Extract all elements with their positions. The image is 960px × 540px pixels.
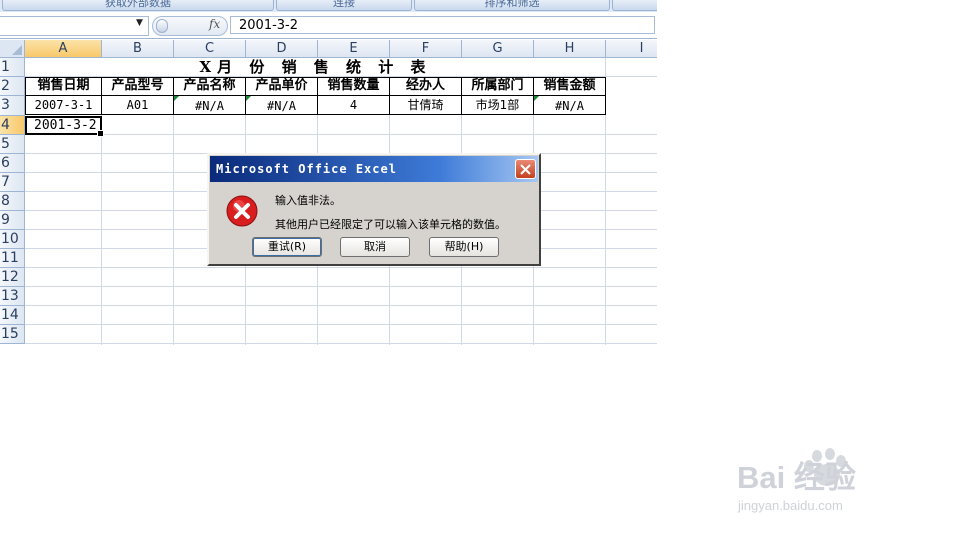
- row-header-8[interactable]: 8: [0, 192, 25, 211]
- retry-button[interactable]: 重试(R): [252, 237, 322, 257]
- column-header-c[interactable]: C: [174, 40, 246, 58]
- row-header-12[interactable]: 12: [0, 268, 25, 287]
- row-header-13[interactable]: 13: [0, 287, 25, 306]
- select-all-corner[interactable]: [0, 40, 25, 58]
- row-header-7[interactable]: 7: [0, 173, 25, 192]
- cancel-button[interactable]: 取消: [340, 237, 410, 257]
- ribbon-group-data-tools[interactable]: [612, 0, 657, 11]
- active-cell-value: 2001-3-2: [34, 118, 97, 133]
- dialog-message-1: 输入值非法。: [275, 194, 341, 207]
- table-cell-f3[interactable]: 甘倩琦: [390, 96, 461, 114]
- row-header-11[interactable]: 11: [0, 249, 25, 268]
- table-cell-d3[interactable]: #N/A: [246, 96, 317, 114]
- error-indicator: [246, 96, 251, 101]
- table-cell-e3[interactable]: 4: [318, 96, 389, 114]
- column-header-i[interactable]: I: [606, 40, 657, 58]
- dropdown-icon[interactable]: ▼: [136, 18, 143, 28]
- row-header-4[interactable]: 4: [0, 116, 25, 135]
- gridline: [25, 286, 657, 287]
- gridline: [25, 324, 657, 325]
- header-cell-unit-price[interactable]: 产品单价: [246, 77, 317, 95]
- header-cell-sales-amount[interactable]: 销售金额: [534, 77, 605, 95]
- column-header-f[interactable]: F: [390, 40, 462, 58]
- header-cell-quantity[interactable]: 销售数量: [318, 77, 389, 95]
- header-cell-product-model[interactable]: 产品型号: [102, 77, 173, 95]
- table-cell-c3[interactable]: #N/A: [174, 96, 245, 114]
- row-header-10[interactable]: 10: [0, 230, 25, 249]
- gridline: [25, 134, 657, 135]
- row-header-3[interactable]: 3: [0, 96, 25, 116]
- gridline: [25, 267, 657, 268]
- row-header-15[interactable]: 15: [0, 325, 25, 344]
- formula-bar-controls: fx: [152, 16, 228, 36]
- ribbon-group-label: 连接: [333, 0, 355, 9]
- formula-bar: ▼ fx 2001-3-2: [0, 14, 657, 39]
- dialog-title-bar[interactable]: Microsoft Office Excel: [210, 156, 538, 182]
- ribbon-group-get-external-data[interactable]: 获取外部数据: [2, 0, 274, 11]
- watermark-brand: Bai 经验: [737, 460, 856, 495]
- dialog-message-2: 其他用户已经限定了可以输入该单元格的数值。: [275, 218, 506, 231]
- name-box[interactable]: [0, 16, 149, 36]
- watermark-url: jingyan.baidu.com: [738, 498, 843, 513]
- column-header-e[interactable]: E: [318, 40, 390, 58]
- gridline: [25, 305, 657, 306]
- table-cell-b3[interactable]: A01: [102, 96, 173, 114]
- sheet-title[interactable]: X月 份 销 售 统 计 表: [26, 58, 605, 77]
- header-cell-product-name[interactable]: 产品名称: [174, 77, 245, 95]
- error-icon: [226, 195, 258, 227]
- table-border: [605, 77, 606, 115]
- fx-icon[interactable]: fx: [209, 17, 220, 31]
- row-header-1[interactable]: 1: [0, 58, 25, 77]
- error-indicator: [174, 96, 179, 101]
- table-cell-h3[interactable]: #N/A: [534, 96, 605, 114]
- error-dialog: Microsoft Office Excel 输入值非法。 其他用户已经限定了可…: [207, 153, 541, 266]
- ribbon-group-sort-filter[interactable]: 排序和筛选: [414, 0, 610, 11]
- dialog-title: Microsoft Office Excel: [216, 162, 397, 176]
- row-header-9[interactable]: 9: [0, 211, 25, 230]
- help-button[interactable]: 帮助(H): [429, 237, 499, 257]
- row-header-6[interactable]: 6: [0, 154, 25, 173]
- gridline: [101, 115, 102, 345]
- table-border: [25, 114, 606, 115]
- column-header-d[interactable]: D: [246, 40, 318, 58]
- row-header-5[interactable]: 5: [0, 135, 25, 154]
- gridline: [173, 115, 174, 345]
- column-header-b[interactable]: B: [102, 40, 174, 58]
- header-cell-department[interactable]: 所属部门: [462, 77, 533, 95]
- column-header-a[interactable]: A: [25, 40, 102, 58]
- gridline: [25, 343, 657, 344]
- close-icon: [520, 164, 531, 175]
- fill-handle[interactable]: [97, 130, 104, 137]
- table-cell-g3[interactable]: 市场1部: [462, 96, 533, 114]
- close-button[interactable]: [515, 159, 536, 179]
- row-header-14[interactable]: 14: [0, 306, 25, 325]
- ribbon-group-connections[interactable]: 连接: [276, 0, 412, 11]
- ribbon-group-label: 获取外部数据: [105, 0, 171, 9]
- column-header-h[interactable]: H: [534, 40, 606, 58]
- row-header-2[interactable]: 2: [0, 77, 25, 96]
- excel-window: 获取外部数据 连接 排序和筛选 ▼ fx 2001-3-2 A B C D E …: [0, 0, 657, 345]
- header-cell-handler[interactable]: 经办人: [390, 77, 461, 95]
- column-header-g[interactable]: G: [462, 40, 534, 58]
- ribbon-group-label: 排序和筛选: [484, 0, 540, 9]
- table-cell-a3[interactable]: 2007-3-1: [26, 96, 101, 114]
- formula-input[interactable]: 2001-3-2: [230, 16, 655, 34]
- resize-knob[interactable]: [156, 19, 168, 33]
- error-indicator: [534, 96, 539, 101]
- ribbon: 获取外部数据 连接 排序和筛选: [0, 0, 657, 12]
- header-cell-sales-date[interactable]: 销售日期: [26, 77, 101, 95]
